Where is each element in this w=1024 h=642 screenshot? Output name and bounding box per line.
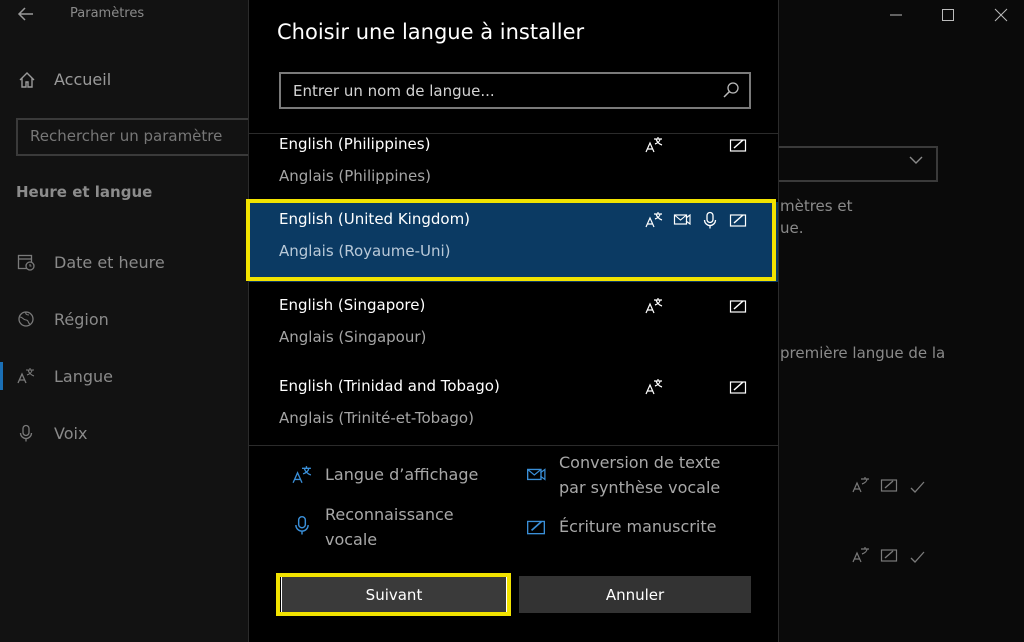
close-button[interactable] (991, 5, 1011, 25)
dialog-title: Choisir une langue à installer (277, 20, 585, 44)
app-title: Paramètres (70, 6, 145, 21)
sidebar-item-label: Langue (54, 366, 113, 386)
highlight-next-button (276, 573, 511, 616)
sidebar-item-voice[interactable]: Voix (16, 423, 87, 443)
cancel-button[interactable]: Annuler (519, 576, 751, 613)
highlight-selected-language (246, 199, 776, 281)
active-indicator (0, 362, 3, 390)
divider (249, 445, 778, 446)
speech-recognition-icon (291, 514, 313, 536)
home-icon (18, 71, 36, 89)
language-list: English (Philippines) Anglais (Philippin… (249, 134, 778, 445)
sidebar-item-label: Date et heure (54, 252, 165, 272)
sidebar-item-language[interactable]: Langue (16, 366, 113, 386)
search-icon[interactable] (721, 80, 741, 100)
minimize-button[interactable] (886, 5, 906, 25)
legend-label: vocale (325, 530, 378, 549)
section-title: Heure et langue (16, 183, 153, 201)
language-name: English (Trinidad and Tobago) (279, 377, 500, 395)
display-language-icon (291, 464, 313, 486)
legend-label: Conversion de texte (559, 453, 721, 472)
legend-display-language: Langue d’affichage (291, 462, 478, 487)
microphone-icon (16, 423, 36, 443)
background-text: première langue de la (780, 344, 946, 362)
home-link[interactable]: Accueil (18, 70, 111, 89)
calendar-clock-icon (16, 252, 36, 272)
display-language-icon (644, 135, 664, 155)
language-picker-dialog: Choisir une langue à installer Entrer un… (248, 0, 779, 642)
language-search-input[interactable]: Entrer un nom de langue... (279, 72, 751, 109)
spellcheck-icon (910, 551, 925, 563)
settings-search-input[interactable]: Rechercher un paramètre (16, 118, 266, 156)
language-item[interactable]: English (Philippines) Anglais (Philippin… (249, 134, 778, 207)
search-placeholder: Entrer un nom de langue... (293, 82, 495, 100)
sidebar-item-date-time[interactable]: Date et heure (16, 252, 165, 272)
display-language-icon (644, 296, 664, 316)
background-dropdown[interactable] (776, 146, 938, 182)
handwriting-icon (880, 479, 898, 492)
back-arrow-icon[interactable] (16, 4, 36, 24)
legend-label: Reconnaissance (325, 505, 454, 524)
text-to-speech-icon (525, 464, 547, 486)
handwriting-icon (728, 377, 748, 397)
language-icon (16, 366, 36, 386)
background-feature-icons (852, 546, 926, 564)
handwriting-icon (880, 549, 898, 562)
maximize-button[interactable] (938, 5, 958, 25)
legend-speech-recognition: Reconnaissance vocale (291, 502, 454, 552)
sidebar-item-label: Région (54, 309, 109, 329)
handwriting-icon (525, 516, 547, 538)
home-label: Accueil (54, 70, 112, 89)
display-language-icon (644, 377, 664, 397)
legend-handwriting: Écriture manuscrite (525, 514, 716, 539)
language-name: English (Singapore) (279, 296, 426, 314)
globe-icon (16, 309, 36, 329)
language-item[interactable]: English (Singapore) Anglais (Singapour) (249, 288, 778, 368)
background-text: mètres et (780, 197, 853, 215)
language-native-name: Anglais (Trinité-et-Tobago) (279, 409, 474, 427)
legend-label: Langue d’affichage (325, 465, 479, 484)
legend-label: Écriture manuscrite (559, 517, 717, 536)
language-item[interactable]: English (Trinidad and Tobago) Anglais (T… (249, 369, 778, 445)
settings-app: Paramètres Accueil Rechercher un paramèt… (0, 0, 1024, 642)
sidebar-item-region[interactable]: Région (16, 309, 109, 329)
language-native-name: Anglais (Philippines) (279, 167, 431, 185)
spellcheck-icon (910, 481, 925, 493)
background-text: ue. (780, 219, 804, 237)
chevron-down-icon (908, 152, 924, 172)
language-native-name: Anglais (Singapour) (279, 328, 427, 346)
display-language-icon (852, 547, 869, 563)
legend-label: par synthèse vocale (559, 478, 721, 497)
handwriting-icon (728, 296, 748, 316)
handwriting-icon (728, 135, 748, 155)
sidebar: Paramètres Accueil Rechercher un paramèt… (0, 0, 266, 642)
background-feature-icons (852, 476, 926, 494)
sidebar-item-label: Voix (54, 423, 88, 443)
legend-text-to-speech: Conversion de texte par synthèse vocale (525, 450, 720, 500)
language-name: English (Philippines) (279, 135, 431, 153)
display-language-icon (852, 477, 869, 493)
